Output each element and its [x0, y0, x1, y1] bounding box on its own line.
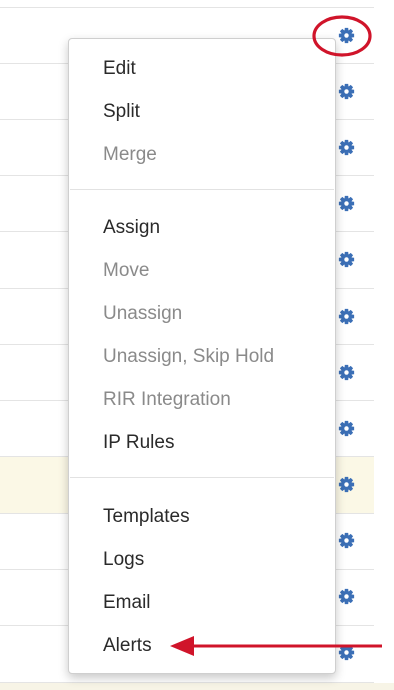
table-row	[0, 0, 374, 8]
menu-item-rir-integration: RIR Integration	[103, 389, 231, 410]
gear-icon[interactable]	[336, 586, 356, 606]
menu-item-move: Move	[103, 260, 150, 281]
menu-item-logs[interactable]: Logs	[103, 548, 144, 572]
gear-icon[interactable]	[336, 25, 356, 45]
gear-icon[interactable]	[336, 362, 356, 382]
page-bottom-edge	[0, 683, 394, 690]
gear-icon[interactable]	[336, 642, 356, 662]
gear-icon[interactable]	[336, 474, 356, 494]
menu-divider	[70, 189, 334, 190]
menu-item-split[interactable]: Split	[103, 100, 140, 124]
menu-item-merge: Merge	[103, 144, 157, 165]
menu-item-email[interactable]: Email	[103, 591, 151, 615]
gear-icon[interactable]	[336, 193, 356, 213]
menu-item-unassign-skip-hold: Unassign, Skip Hold	[103, 346, 275, 367]
menu-item-unassign: Unassign	[103, 303, 183, 324]
gear-icon[interactable]	[336, 418, 356, 438]
menu-item-edit[interactable]: Edit	[103, 57, 136, 81]
menu-item-ip-rules[interactable]: IP Rules	[103, 431, 174, 455]
actions-dropdown-menu: Edit Split Merge Assign Move Unassign Un…	[68, 38, 336, 674]
gear-icon[interactable]	[336, 530, 356, 550]
gear-icon[interactable]	[336, 306, 356, 326]
menu-divider	[70, 477, 334, 478]
gear-icon[interactable]	[336, 249, 356, 269]
menu-item-assign[interactable]: Assign	[103, 216, 160, 240]
menu-item-alerts[interactable]: Alerts	[103, 634, 152, 658]
gear-icon[interactable]	[336, 137, 356, 157]
menu-item-templates[interactable]: Templates	[103, 505, 190, 529]
screenshot-stage: Edit Split Merge Assign Move Unassign Un…	[0, 0, 394, 690]
gear-icon[interactable]	[336, 81, 356, 101]
